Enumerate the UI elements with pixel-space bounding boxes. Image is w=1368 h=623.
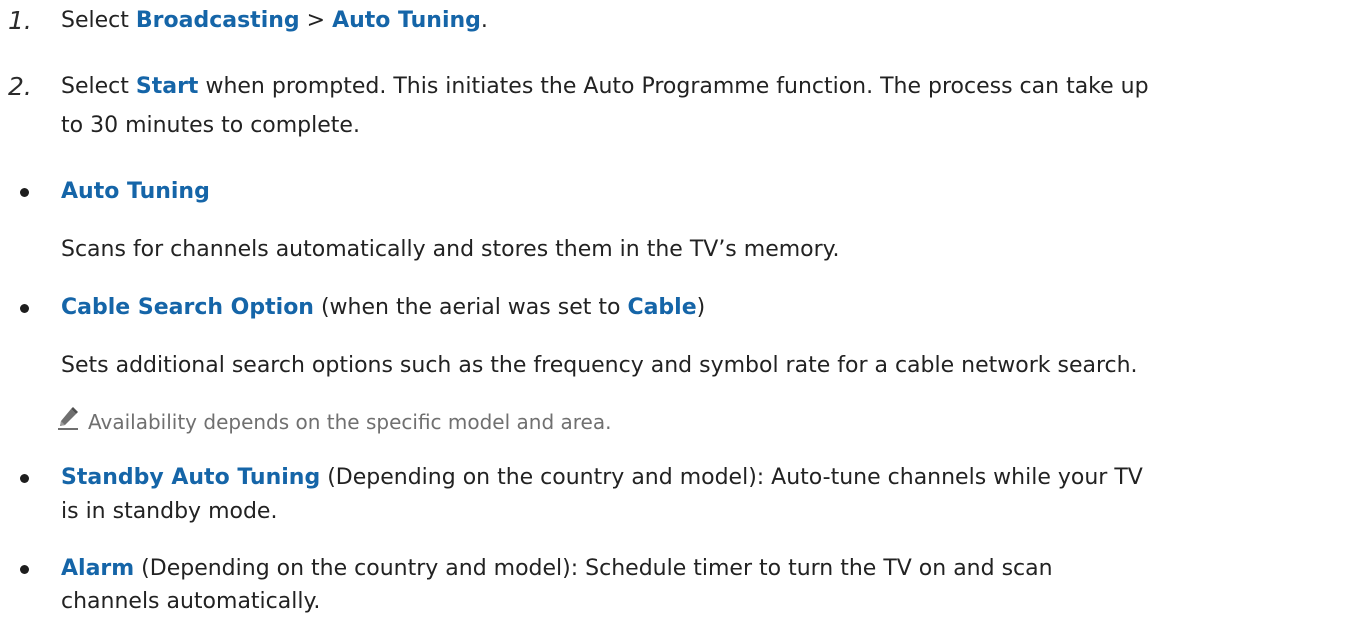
item-title: Alarm <box>61 556 135 581</box>
list-item-cable-search-option: Cable Search Option (when the aerial was… <box>0 290 1368 326</box>
menu-auto-tuning: Auto Tuning <box>332 8 481 33</box>
item-title-line: Cable Search Option (when the aerial was… <box>61 295 706 320</box>
item-text: Standby Auto Tuning (Depending on the co… <box>61 465 1143 490</box>
option-cable: Cable <box>627 295 697 320</box>
bullet-icon <box>20 188 29 197</box>
menu-start: Start <box>135 74 199 99</box>
item-description: Scans for channels automatically and sto… <box>61 237 840 262</box>
item-description: Sets additional search options such as t… <box>61 353 1138 378</box>
bullet-icon <box>20 304 29 313</box>
list-item-auto-tuning: Auto Tuning <box>0 174 1368 210</box>
step-text: Select Start when prompted. This initiat… <box>61 74 1149 99</box>
bullet-icon <box>20 474 29 483</box>
item-text: Alarm (Depending on the country and mode… <box>61 556 1053 581</box>
step-text: Select Broadcasting > Auto Tuning. <box>61 8 488 33</box>
pencil-icon <box>58 407 78 430</box>
note-text: Availability depends on the specific mod… <box>88 410 612 434</box>
list-item-standby-auto-tuning: Standby Auto Tuning (Depending on the co… <box>0 460 1368 496</box>
step-2-line-2: to 30 minutes to complete. <box>61 113 360 138</box>
step-number: 2. <box>8 72 32 101</box>
item-text-line-2: channels automatically. <box>61 589 321 614</box>
menu-broadcasting: Broadcasting <box>135 8 300 33</box>
list-item-alarm: Alarm (Depending on the country and mode… <box>0 551 1368 587</box>
bullet-icon <box>20 565 29 574</box>
note: Availability depends on the specific mod… <box>0 402 1368 438</box>
item-title: Auto Tuning <box>61 179 210 204</box>
step-1: 1. Select Broadcasting > Auto Tuning. <box>0 3 1368 39</box>
manual-page: 1. Select Broadcasting > Auto Tuning. 2.… <box>0 0 1368 623</box>
item-title: Cable Search Option <box>61 295 314 320</box>
item-text-line-2: is in standby mode. <box>61 499 278 524</box>
step-number: 1. <box>8 6 32 35</box>
item-title: Standby Auto Tuning <box>61 465 321 490</box>
step-2: 2. Select Start when prompted. This init… <box>0 69 1368 105</box>
